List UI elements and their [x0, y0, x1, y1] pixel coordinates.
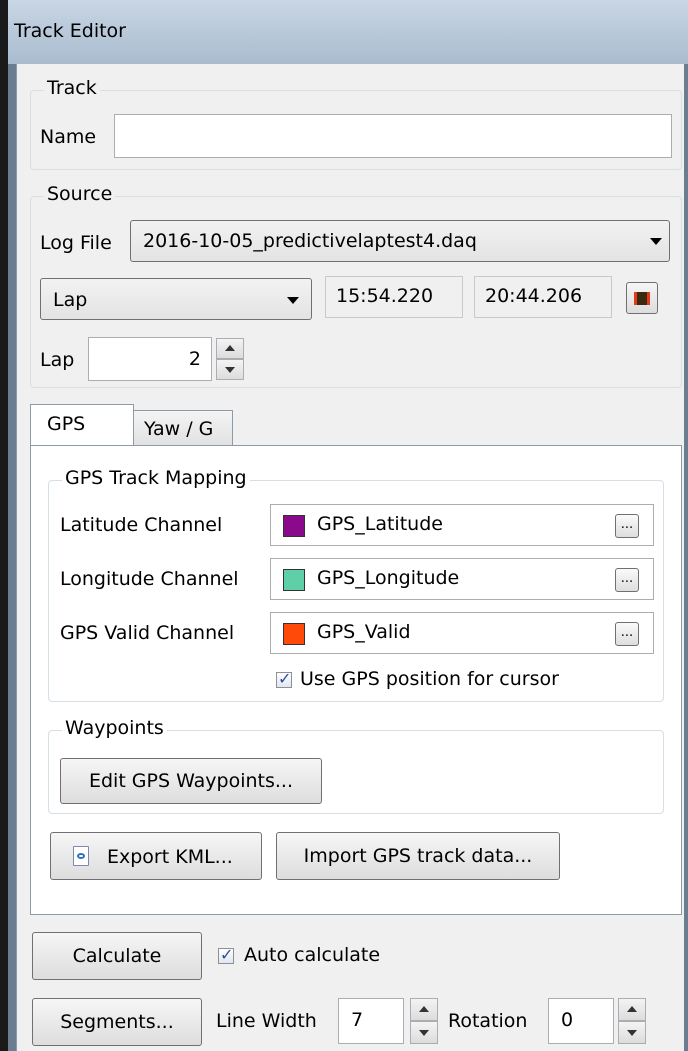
arrow-down-icon [627, 1030, 637, 1036]
chevron-down-icon [287, 297, 299, 304]
end-time-field: 20:44.206 [474, 276, 612, 318]
rotation-input[interactable]: 0 [548, 998, 614, 1044]
calculate-button[interactable]: Calculate [32, 932, 202, 980]
waypoints-group-label: Waypoints [62, 717, 167, 739]
export-kml-button[interactable]: Export KML... [50, 832, 262, 880]
name-label: Name [40, 126, 97, 148]
gps-valid-color-swatch[interactable] [283, 623, 305, 645]
chevron-down-icon [650, 238, 662, 245]
lap-spin-up[interactable] [216, 338, 244, 359]
tab-gps-label: GPS [47, 413, 86, 435]
auto-calculate-checkbox[interactable] [218, 945, 234, 964]
tab-yaw-g-label: Yaw / G [144, 418, 214, 440]
lap-input[interactable]: 2 [88, 337, 212, 381]
gps-valid-channel-field: GPS_Valid ... [270, 612, 654, 654]
auto-calculate-label: Auto calculate [244, 944, 381, 966]
track-group-label: Track [44, 77, 100, 99]
arrow-up-icon [419, 1006, 429, 1012]
longitude-channel-field: GPS_Longitude ... [270, 558, 654, 600]
use-gps-cursor-label: Use GPS position for cursor [300, 668, 559, 690]
edit-gps-waypoints-button[interactable]: Edit GPS Waypoints... [60, 758, 322, 804]
select-range-button[interactable] [626, 282, 658, 314]
latitude-browse-button[interactable]: ... [615, 514, 639, 538]
latitude-channel-field: GPS_Latitude ... [270, 504, 654, 546]
range-mode-value: Lap [53, 289, 88, 311]
tab-yaw-g[interactable]: Yaw / G [133, 410, 233, 446]
lap-label: Lap [40, 349, 75, 371]
lap-spin-down[interactable] [216, 359, 244, 380]
line-width-spin-up[interactable] [410, 998, 438, 1021]
rotation-spin-down[interactable] [618, 1021, 646, 1044]
latitude-channel-value: GPS_Latitude [317, 513, 443, 535]
arrow-up-icon [627, 1006, 637, 1012]
rotation-spin-up[interactable] [618, 998, 646, 1021]
start-time-field: 15:54.220 [325, 276, 463, 318]
source-group-label: Source [44, 183, 116, 205]
range-icon [634, 292, 650, 305]
longitude-browse-button[interactable]: ... [615, 568, 639, 592]
longitude-channel-label: Longitude Channel [60, 568, 239, 590]
arrow-down-icon [419, 1030, 429, 1036]
log-file-value: 2016-10-05_predictivelaptest4.daq [143, 230, 477, 252]
arrow-down-icon [225, 367, 235, 373]
export-kml-label: Export KML... [107, 846, 233, 868]
gps-mapping-group-label: GPS Track Mapping [62, 467, 250, 489]
name-input[interactable] [114, 114, 672, 158]
line-width-input[interactable]: 7 [338, 998, 404, 1044]
rotation-label: Rotation [448, 1010, 528, 1032]
line-width-label: Line Width [216, 1010, 317, 1032]
segments-button[interactable]: Segments... [32, 998, 202, 1046]
use-gps-cursor-checkbox[interactable] [276, 669, 292, 688]
longitude-color-swatch[interactable] [283, 569, 305, 591]
window-title: Track Editor [14, 20, 126, 42]
tab-gps[interactable]: GPS [30, 404, 134, 446]
import-gps-track-button[interactable]: Import GPS track data... [276, 832, 560, 880]
latitude-color-swatch[interactable] [283, 515, 305, 537]
gps-valid-channel-label: GPS Valid Channel [60, 622, 235, 644]
document-icon [73, 846, 89, 866]
range-mode-select[interactable]: Lap [40, 278, 312, 320]
latitude-channel-label: Latitude Channel [60, 514, 223, 536]
gps-valid-browse-button[interactable]: ... [615, 622, 639, 646]
arrow-up-icon [225, 345, 235, 351]
line-width-spin-down[interactable] [410, 1021, 438, 1044]
log-file-label: Log File [40, 232, 112, 254]
longitude-channel-value: GPS_Longitude [317, 567, 460, 589]
log-file-select[interactable]: 2016-10-05_predictivelaptest4.daq [130, 220, 670, 262]
gps-valid-channel-value: GPS_Valid [317, 621, 411, 643]
